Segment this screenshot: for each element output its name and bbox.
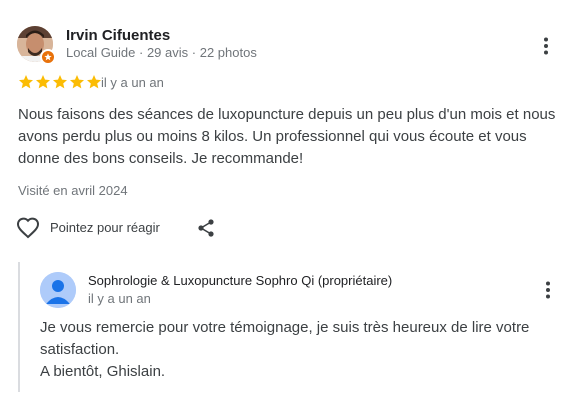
reply-line: A bientôt, Ghislain. (40, 363, 166, 380)
reply-time: il y a un an (88, 291, 151, 306)
owner-reply: Sophrologie & Luxopuncture Sophro Qi (pr… (18, 262, 572, 392)
author-meta: Local Guide · 29 avis · 22 photos (66, 45, 257, 60)
visited-date: Visité en avril 2024 (18, 183, 128, 198)
star-icon (87, 75, 101, 89)
reply-line: satisfaction. (40, 341, 120, 358)
meta-separator: · (188, 45, 200, 60)
reply-more-options-button[interactable] (538, 280, 558, 300)
author-level: Local Guide (66, 45, 136, 60)
author-name[interactable]: Irvin Cifuentes (66, 27, 170, 44)
owner-name: Sophrologie & Luxopuncture Sophro Qi (pr… (88, 273, 393, 288)
reply-line: Je vous remercie pour votre témoignage, … (40, 319, 530, 336)
heart-outline-icon (16, 217, 40, 239)
star-icon (19, 75, 33, 89)
more-options-button[interactable] (536, 36, 556, 56)
share-button[interactable] (196, 218, 216, 238)
author-photo-count: 22 photos (199, 45, 257, 60)
review-time: il y a un an (101, 75, 164, 90)
author-review-count: 29 avis (146, 45, 189, 60)
more-vert-icon (544, 37, 548, 55)
star-icon (53, 75, 67, 89)
review-text: Nous faisons des séances de luxopuncture… (18, 106, 556, 167)
person-icon (40, 272, 76, 308)
star-icon (70, 75, 84, 89)
local-guide-badge-icon (40, 49, 56, 65)
owner-avatar[interactable] (40, 272, 76, 308)
react-label[interactable]: Pointez pour réagir (50, 220, 160, 235)
star-rating (18, 74, 102, 90)
more-vert-icon (546, 281, 550, 299)
reply-text: Je vous remercie pour votre témoignage, … (40, 317, 560, 383)
review-card: Irvin Cifuentes Local Guide · 29 avis · … (0, 0, 584, 407)
react-button[interactable] (16, 216, 40, 240)
share-icon (198, 219, 214, 237)
star-icon (36, 75, 50, 89)
meta-separator: · (135, 45, 147, 60)
